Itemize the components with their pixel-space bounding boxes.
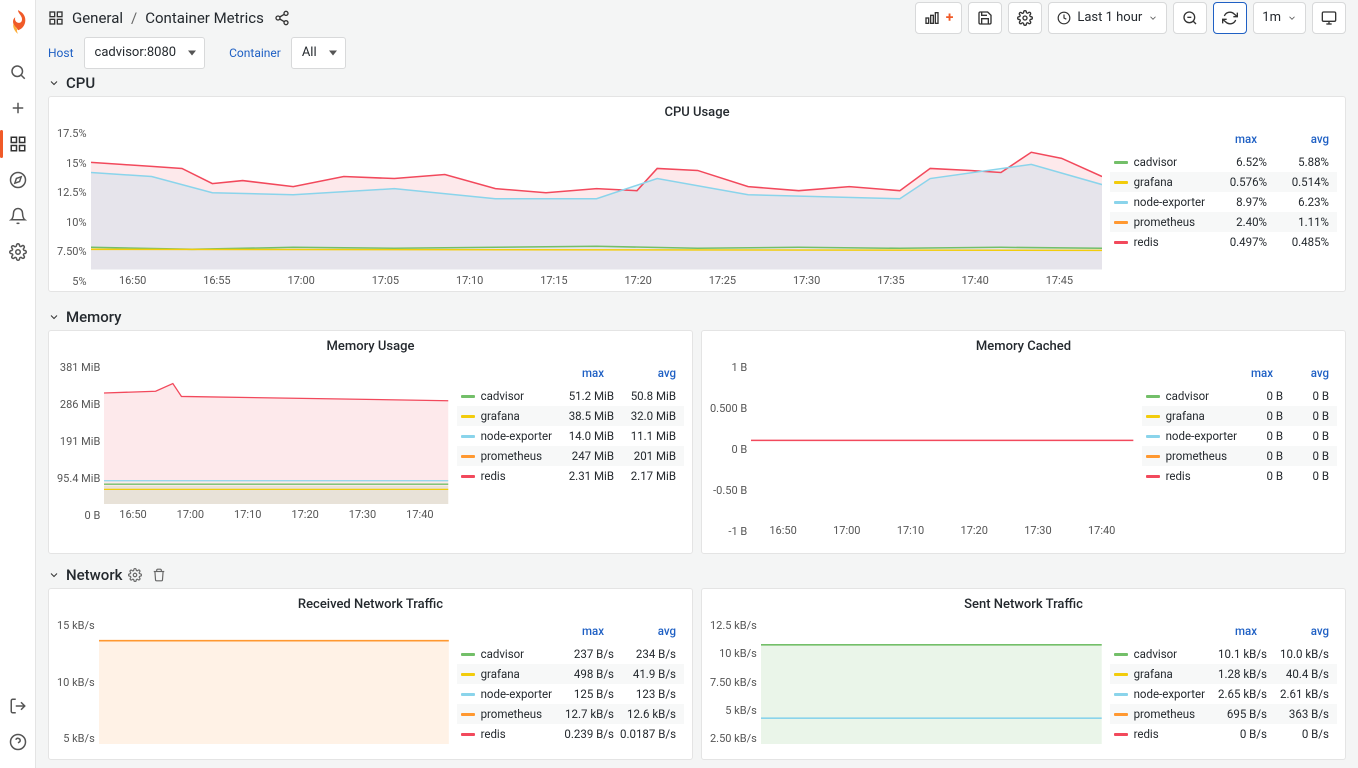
var-host-select[interactable]: cadvisor:8080 bbox=[84, 37, 206, 69]
x-axis: 16:5017:0017:1017:2017:3017:40 bbox=[751, 520, 1133, 537]
x-axis: 16:5017:0017:1017:2017:3017:40 bbox=[104, 504, 448, 521]
y-axis: 17.5%15%12.5%10%7.50%5% bbox=[57, 128, 91, 287]
panel-title: Memory Cached bbox=[702, 331, 1345, 358]
chevron-down-icon bbox=[48, 569, 60, 581]
legend-item-prometheus[interactable]: prometheus 12.7 kB/s 12.6 kB/s bbox=[457, 704, 684, 724]
chart-memory-cached[interactable]: 1 B0.500 B0 B-0.50 B-1 B 16:5017:0017:10… bbox=[710, 362, 1134, 537]
y-axis: 12.5 kB/s10 kB/s7.50 kB/s5 kB/s2.50 kB/s bbox=[710, 620, 761, 744]
legend-cpu: maxavg cadvisor 6.52% 5.88% grafana 0.57… bbox=[1110, 128, 1337, 287]
legend-item-redis[interactable]: redis 0.239 B/s 0.0187 B/s bbox=[457, 724, 684, 744]
panel-tx[interactable]: Sent Network Traffic 12.5 kB/s10 kB/s7.5… bbox=[701, 588, 1346, 760]
main-content: General / Container Metrics + Last 1 hou… bbox=[36, 0, 1358, 768]
chart-tx[interactable]: 12.5 kB/s10 kB/s7.50 kB/s5 kB/s2.50 kB/s bbox=[710, 620, 1102, 744]
panel-title: CPU Usage bbox=[49, 97, 1345, 124]
legend-item-prometheus[interactable]: prometheus 2.40% 1.11% bbox=[1110, 212, 1337, 232]
zoom-out-button[interactable] bbox=[1173, 2, 1207, 34]
chart-memory-usage[interactable]: 381 MiB286 MiB191 MiB95.4 MiB0 B 16:5017… bbox=[57, 362, 449, 521]
trash-icon[interactable] bbox=[152, 568, 166, 582]
share-icon[interactable] bbox=[274, 10, 290, 26]
help-icon[interactable] bbox=[0, 724, 36, 760]
y-axis: 15 kB/s10 kB/s5 kB/s bbox=[57, 620, 99, 744]
panel-title: Sent Network Traffic bbox=[702, 589, 1345, 616]
dashboard-settings-button[interactable] bbox=[1008, 2, 1042, 34]
save-dashboard-button[interactable] bbox=[968, 2, 1002, 34]
y-axis: 381 MiB286 MiB191 MiB95.4 MiB0 B bbox=[57, 362, 104, 521]
chart-cpu[interactable]: 17.5%15%12.5%10%7.50%5% 16:5016:5517:001… bbox=[57, 128, 1102, 287]
time-picker-label: Last 1 hour bbox=[1077, 10, 1142, 25]
legend-item-node-exporter[interactable]: node-exporter 8.97% 6.23% bbox=[1110, 192, 1337, 212]
configuration-icon[interactable] bbox=[0, 234, 36, 270]
legend-item-cadvisor[interactable]: cadvisor 0 B 0 B bbox=[1142, 386, 1337, 406]
refresh-button[interactable] bbox=[1213, 2, 1247, 34]
legend-item-cadvisor[interactable]: cadvisor 237 B/s 234 B/s bbox=[457, 644, 684, 664]
kiosk-button[interactable] bbox=[1312, 2, 1346, 34]
legend-item-grafana[interactable]: grafana 1.28 kB/s 40.4 B/s bbox=[1110, 664, 1337, 684]
explore-icon[interactable] bbox=[0, 162, 36, 198]
gear-icon[interactable] bbox=[128, 568, 142, 582]
legend-item-redis[interactable]: redis 0 B 0 B bbox=[1142, 466, 1337, 486]
row-network-header[interactable]: Network bbox=[36, 562, 1358, 588]
legend-item-prometheus[interactable]: prometheus 247 MiB 201 MiB bbox=[457, 446, 684, 466]
panel-memory-usage[interactable]: Memory Usage 381 MiB286 MiB191 MiB95.4 M… bbox=[48, 330, 693, 554]
legend-item-grafana[interactable]: grafana 38.5 MiB 32.0 MiB bbox=[457, 406, 684, 426]
breadcrumb-separator: / bbox=[131, 9, 137, 27]
chevron-down-icon bbox=[48, 311, 60, 323]
legend-item-node-exporter[interactable]: node-exporter 14.0 MiB 11.1 MiB bbox=[457, 426, 684, 446]
legend-item-redis[interactable]: redis 0 B/s 0 B/s bbox=[1110, 724, 1337, 744]
legend-item-cadvisor[interactable]: cadvisor 10.1 kB/s 10.0 kB/s bbox=[1110, 644, 1337, 664]
app-sidebar bbox=[0, 0, 36, 768]
panel-memory-cached[interactable]: Memory Cached 1 B0.500 B0 B-0.50 B-1 B 1… bbox=[701, 330, 1346, 554]
legend-item-redis[interactable]: redis 0.497% 0.485% bbox=[1110, 232, 1337, 252]
legend-rx: maxavg cadvisor 237 B/s 234 B/s grafana … bbox=[457, 620, 684, 744]
legend-item-node-exporter[interactable]: node-exporter 2.65 kB/s 2.61 kB/s bbox=[1110, 684, 1337, 704]
legend-item-grafana[interactable]: grafana 498 B/s 41.9 B/s bbox=[457, 664, 684, 684]
search-icon[interactable] bbox=[0, 54, 36, 90]
legend-item-prometheus[interactable]: prometheus 695 B/s 363 B/s bbox=[1110, 704, 1337, 724]
panel-cpu-usage[interactable]: CPU Usage 17.5%15%12.5%10%7.50%5% bbox=[48, 96, 1346, 292]
add-panel-button[interactable]: + bbox=[915, 2, 963, 34]
chevron-down-icon bbox=[48, 77, 60, 89]
legend-memory: maxavg cadvisor 51.2 MiB 50.8 MiB grafan… bbox=[457, 362, 684, 521]
legend-item-grafana[interactable]: grafana 0.576% 0.514% bbox=[1110, 172, 1337, 192]
panel-title: Received Network Traffic bbox=[49, 589, 692, 616]
row-cpu-header[interactable]: CPU bbox=[36, 70, 1358, 96]
grid-icon bbox=[48, 10, 64, 26]
refresh-interval-label: 1m bbox=[1262, 10, 1281, 25]
time-picker-button[interactable]: Last 1 hour bbox=[1048, 2, 1167, 34]
topbar: General / Container Metrics + Last 1 hou… bbox=[36, 0, 1358, 35]
legend-item-prometheus[interactable]: prometheus 0 B 0 B bbox=[1142, 446, 1337, 466]
refresh-interval-button[interactable]: 1m bbox=[1253, 2, 1306, 34]
legend-tx: maxavg cadvisor 10.1 kB/s 10.0 kB/s graf… bbox=[1110, 620, 1337, 744]
breadcrumb: General / Container Metrics bbox=[48, 9, 290, 27]
dashboards-icon[interactable] bbox=[0, 126, 36, 162]
legend-item-grafana[interactable]: grafana 0 B 0 B bbox=[1142, 406, 1337, 426]
variable-bar: Host cadvisor:8080 Container All bbox=[36, 35, 1358, 70]
alerting-icon[interactable] bbox=[0, 198, 36, 234]
create-icon[interactable] bbox=[0, 90, 36, 126]
legend-item-redis[interactable]: redis 2.31 MiB 2.17 MiB bbox=[457, 466, 684, 486]
legend-cached: maxavg cadvisor 0 B 0 B grafana 0 B 0 B … bbox=[1142, 362, 1337, 537]
var-host-label: Host bbox=[48, 46, 76, 60]
breadcrumb-folder[interactable]: General bbox=[72, 9, 123, 27]
chart-rx[interactable]: 15 kB/s10 kB/s5 kB/s bbox=[57, 620, 449, 744]
panel-rx[interactable]: Received Network Traffic 15 kB/s10 kB/s5… bbox=[48, 588, 693, 760]
signin-icon[interactable] bbox=[0, 688, 36, 724]
legend-item-cadvisor[interactable]: cadvisor 51.2 MiB 50.8 MiB bbox=[457, 386, 684, 406]
row-memory-header[interactable]: Memory bbox=[36, 304, 1358, 330]
row-memory-title: Memory bbox=[66, 308, 122, 326]
legend-item-cadvisor[interactable]: cadvisor 6.52% 5.88% bbox=[1110, 152, 1337, 172]
row-network-title: Network bbox=[66, 566, 122, 584]
legend-item-node-exporter[interactable]: node-exporter 125 B/s 123 B/s bbox=[457, 684, 684, 704]
var-container-label: Container bbox=[229, 46, 283, 60]
grafana-logo[interactable] bbox=[2, 6, 34, 38]
var-container-select[interactable]: All bbox=[291, 37, 346, 69]
row-cpu-title: CPU bbox=[66, 74, 95, 92]
legend-item-node-exporter[interactable]: node-exporter 0 B 0 B bbox=[1142, 426, 1337, 446]
panel-title: Memory Usage bbox=[49, 331, 692, 358]
x-axis: 16:5016:5517:0017:0517:1017:1517:2017:25… bbox=[91, 270, 1102, 287]
y-axis: 1 B0.500 B0 B-0.50 B-1 B bbox=[710, 362, 751, 537]
breadcrumb-dashboard[interactable]: Container Metrics bbox=[145, 9, 264, 27]
